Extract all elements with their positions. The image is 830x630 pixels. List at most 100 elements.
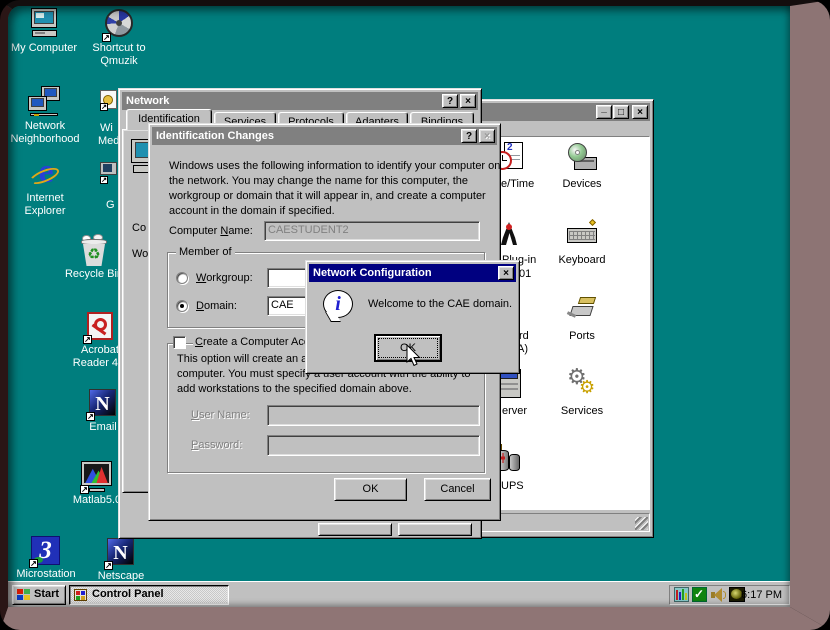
intro-text: Windows uses the following information t… (169, 160, 500, 173)
control-panel-task-icon (74, 589, 87, 601)
network-neighborhood-icon (28, 86, 62, 120)
control-panel-titlebar: _ □ × (470, 103, 650, 121)
volume-tray-icon[interactable] (710, 587, 726, 603)
icon-label: Microstation (11, 568, 81, 581)
acrobat-reader-icon: ↗ (83, 310, 117, 344)
ok-button[interactable]: OK (334, 478, 407, 501)
computer-name-label: Computer Name: (169, 225, 253, 238)
network-cancel-button-sliver[interactable] (398, 523, 472, 536)
domain-radio[interactable] (176, 300, 188, 312)
shortcut-arrow-icon: ↗ (29, 559, 38, 568)
intro-text: the network. You may change the name for… (169, 175, 468, 188)
shortcut-arrow-icon: ↗ (83, 335, 92, 344)
workgroup-label-fragment: Wo (132, 248, 148, 261)
close-button[interactable]: × (460, 94, 476, 108)
desktop-icon-my-computer[interactable]: My Computer (9, 8, 79, 55)
desktop-icon-internet-explorer[interactable]: e Internet Explorer (10, 158, 80, 218)
desktop-icon-qmuzik[interactable]: ↗ Shortcut to Qmuzik (84, 8, 154, 68)
shortcut-arrow-icon: ↗ (86, 412, 95, 421)
date-time-label-fragment: e/Time (501, 178, 534, 190)
my-computer-icon (27, 8, 61, 42)
user-name-label: User Name: (191, 409, 250, 422)
intro-text: workgroup or domain that it will appear … (169, 190, 486, 203)
taskbar: Start Control Panel ✓ (8, 581, 790, 607)
icon-label: Neighborhood (10, 133, 80, 146)
close-button[interactable]: × (632, 105, 648, 119)
clipped-icon-label: Med (98, 135, 119, 147)
mouse-cursor (406, 344, 421, 367)
msgbox-titlebar: Network Configuration × (309, 264, 516, 282)
netscape-icon: N ↗ (104, 536, 138, 570)
user-name-field (267, 405, 480, 426)
server-label-fragment: erver (502, 405, 527, 417)
desktop-icon-network-neighborhood[interactable]: Network Neighborhood (10, 86, 80, 146)
intro-text: account in the domain if specified. (169, 205, 335, 218)
clock: 6:17 PM (741, 589, 782, 601)
help-button[interactable]: ? (442, 94, 458, 108)
network-titlebar: Network ? × (122, 92, 478, 110)
ups-label: UPS (501, 480, 524, 492)
cancel-button[interactable]: Cancel (424, 478, 491, 501)
shortcut-arrow-icon: ↗ (104, 561, 113, 570)
password-field (267, 435, 480, 456)
workgroup-label: Workgroup: (196, 272, 253, 285)
clipped-icon-label: G (106, 199, 115, 211)
vshield-tray-icon[interactable]: ✓ (692, 587, 708, 603)
start-label: Start (34, 588, 59, 600)
domain-label: Domain: (196, 300, 237, 313)
workgroup-radio[interactable] (176, 272, 188, 284)
password-label: Password: (191, 439, 242, 452)
minimize-button[interactable]: _ (596, 105, 612, 119)
help-button[interactable]: ? (461, 129, 477, 143)
icon-label: Shortcut to (84, 42, 154, 55)
crt-frame: My Computer ↗ Shortcut to Qmuzik Network… (0, 0, 830, 630)
task-label: Control Panel (92, 588, 164, 600)
devices-icon[interactable] (566, 141, 598, 173)
icon-label: Internet (10, 192, 80, 205)
resize-grip[interactable] (635, 517, 648, 530)
system-monitor-tray-icon[interactable] (674, 587, 690, 603)
icon-label: My Computer (9, 42, 79, 55)
matlab-icon: ↗ (80, 460, 114, 494)
ports-icon[interactable] (566, 293, 598, 325)
microstation-icon: 3 ↗ (29, 534, 63, 568)
create-account-checkbox[interactable] (173, 336, 186, 349)
windows-logo-icon (17, 589, 31, 602)
internet-explorer-icon: e (28, 158, 62, 192)
email-netscape-icon: N ↗ (86, 387, 120, 421)
desktop-icon-netscape[interactable]: N ↗ Netscape (86, 536, 156, 583)
icon-label: Explorer (10, 205, 80, 218)
icon-label: Network (10, 120, 80, 133)
msgbox-title: Network Configuration (313, 267, 432, 279)
close-button[interactable]: × (498, 266, 514, 280)
shortcut-arrow-icon: ↗ (80, 485, 89, 494)
option-text: This option will create an ac (177, 353, 313, 366)
desktop-icon-microstation[interactable]: 3 ↗ Microstation (11, 534, 81, 581)
recycle-bin-icon: ♻ (77, 234, 111, 268)
option-text: add workstations to the specified domain… (177, 383, 412, 396)
qmuzik-icon: ↗ (102, 8, 136, 42)
create-account-label: Create a Computer Acc (193, 336, 311, 349)
maximize-button[interactable]: □ (613, 105, 629, 119)
dialog-titlebar: Identification Changes ? × (152, 127, 497, 145)
pccard-label-fragment: rd (519, 330, 529, 342)
close-button-disabled: × (479, 129, 495, 143)
dialog-title: Identification Changes (156, 130, 274, 142)
clipped-icon-label: Wi (100, 122, 113, 134)
task-button-control-panel[interactable]: Control Panel (69, 585, 229, 605)
network-ok-button-sliver[interactable] (318, 523, 392, 536)
info-icon: i (323, 290, 355, 322)
system-tray: ✓ 6:17 PM (669, 585, 790, 605)
msgbox-message: Welcome to the CAE domain. (368, 298, 512, 311)
member-of-label: Member of (176, 246, 235, 258)
keyboard-label: Keyboard (552, 254, 612, 266)
network-title: Network (126, 95, 169, 107)
services-label: Services (552, 405, 612, 417)
ports-label: Ports (552, 330, 612, 342)
computer-name-field: CAESTUDENT2 (264, 221, 480, 241)
icon-label: Qmuzik (84, 55, 154, 68)
services-icon[interactable]: ⚙ ⚙ (566, 368, 598, 400)
start-button[interactable]: Start (12, 585, 66, 605)
keyboard-icon[interactable] (566, 217, 598, 249)
shortcut-arrow-icon: ↗ (102, 33, 111, 42)
